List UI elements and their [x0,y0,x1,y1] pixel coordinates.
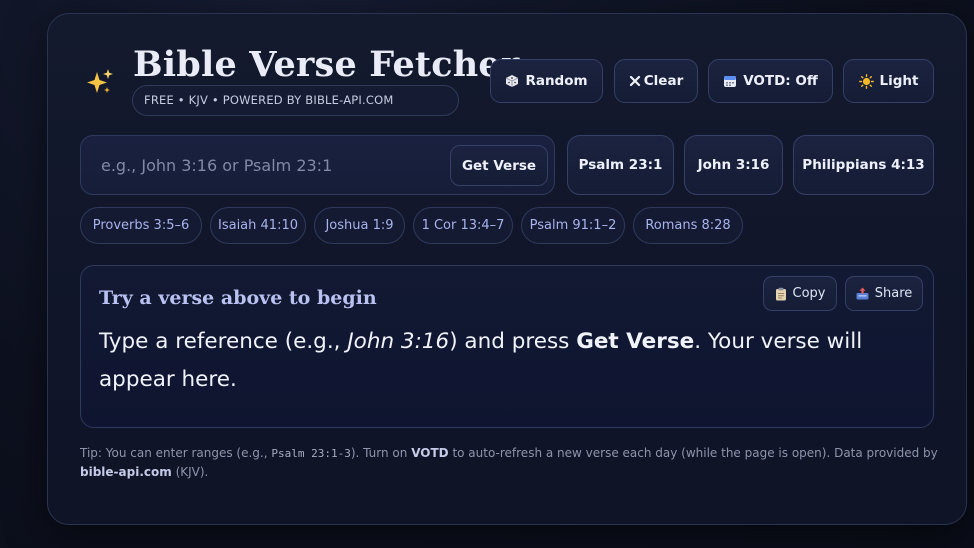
clear-button[interactable]: Clear [614,59,698,103]
quick-ref-john-3-16[interactable]: John 3:16 [684,135,783,195]
copy-button[interactable]: Copy [763,276,837,311]
quick-ref-psalm-23-1[interactable]: Psalm 23:1 [567,135,674,195]
chip-joshua-1-9[interactable]: Joshua 1:9 [314,207,405,244]
verse-example-ref: John 3:16 [347,329,450,354]
clipboard-icon [775,287,787,301]
tip-part: ). Turn on [350,446,412,460]
dice-icon [505,74,519,88]
quick-ref-label: John 3:16 [697,157,770,173]
verse-text-part: ) and press [449,329,577,354]
chip-isaiah-41-10[interactable]: Isaiah 41:10 [210,207,306,244]
verse-text: Type a reference (e.g., John 3:16) and p… [99,323,899,399]
reference-input[interactable] [81,136,441,194]
random-button[interactable]: Random [490,59,603,103]
tip-part: (KJV). [171,465,209,479]
theme-label: Light [879,73,919,89]
tip-text: Tip: You can enter ranges (e.g., Psalm 2… [80,444,940,482]
copy-label: Copy [792,286,826,301]
get-verse-button[interactable]: Get Verse [450,145,548,186]
app-subtitle: FREE • KJV • POWERED BY BIBLE-API.COM [132,85,459,116]
tip-source-link[interactable]: bible-api.com [80,465,172,479]
outbox-tray-icon [856,287,869,300]
share-label: Share [874,286,913,301]
verse-action-name: Get Verse [576,329,695,354]
quick-ref-label: Psalm 23:1 [578,157,663,173]
share-button[interactable]: Share [845,276,923,311]
quick-ref-philippians-4-13[interactable]: Philippians 4:13 [793,135,934,195]
tip-code-example: Psalm 23:1-3 [271,447,351,460]
chip-psalm-91-1-2[interactable]: Psalm 91:1–2 [521,207,625,244]
sun-icon [858,73,874,89]
tip-votd: VOTD [411,446,449,460]
random-label: Random [525,73,588,89]
clear-label: Clear [643,73,684,89]
verse-text-part: Type a reference (e.g., [99,329,348,354]
chip-romans-8-28[interactable]: Romans 8:28 [633,207,743,244]
votd-toggle-button[interactable]: VOTD: Off [708,59,833,103]
calendar-icon [723,74,737,88]
theme-toggle-button[interactable]: Light [843,59,934,103]
close-icon [629,75,641,87]
verse-reference: Try a verse above to begin [99,287,377,309]
chip-1-cor-13-4-7[interactable]: 1 Cor 13:4–7 [413,207,513,244]
quick-ref-label: Philippians 4:13 [802,157,925,173]
chip-proverbs-3-5-6[interactable]: Proverbs 3:5–6 [80,207,202,244]
tip-part: to auto-refresh a new verse each day (wh… [448,446,938,460]
tip-part: Tip: You can enter ranges (e.g., [80,446,272,460]
votd-label: VOTD: Off [743,73,818,89]
sparkles-icon [83,66,115,98]
app-title: Bible Verse Fetcher [133,44,520,85]
search-box: Get Verse [80,135,555,195]
get-verse-label: Get Verse [461,157,537,174]
